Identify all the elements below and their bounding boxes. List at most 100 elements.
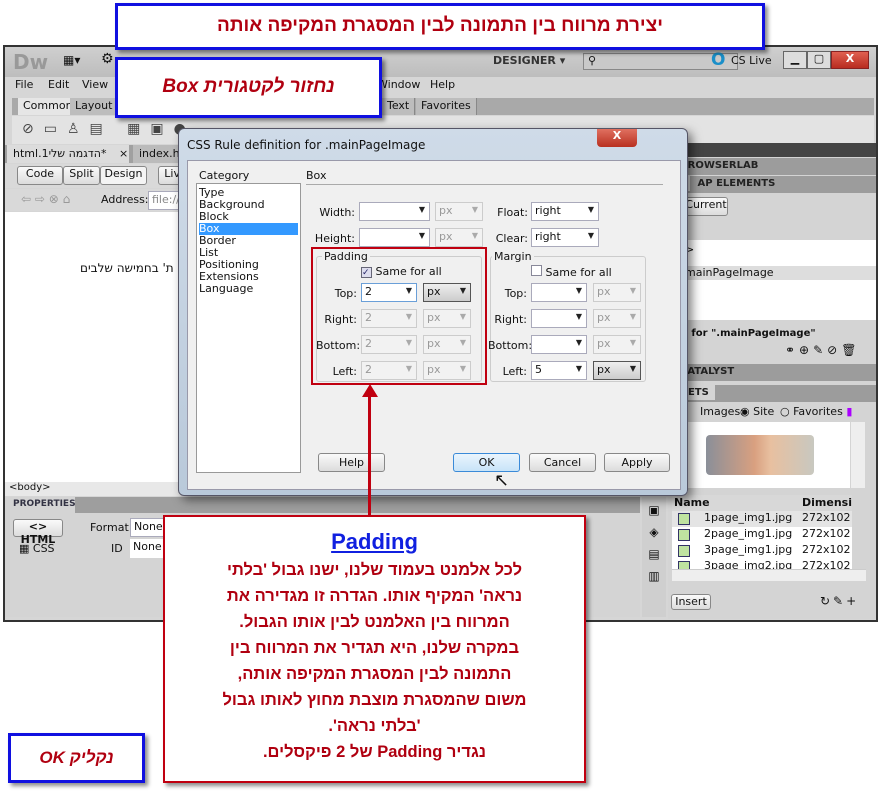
asset-preview bbox=[670, 422, 850, 488]
asset-row[interactable]: 1page_img1.jpg 272x102 bbox=[672, 511, 852, 527]
margin-top-unit[interactable]: px ▼ bbox=[593, 283, 641, 302]
html-mode-button[interactable]: <> HTML bbox=[13, 519, 63, 546]
dialog-title: CSS Rule definition for .mainPageImage bbox=[187, 138, 426, 152]
width-unit[interactable]: px ▼ bbox=[435, 202, 483, 221]
dialog-close-button[interactable]: X bbox=[597, 129, 637, 147]
preview-scrollbar[interactable] bbox=[851, 422, 865, 488]
minimize-button[interactable]: ▁ bbox=[783, 51, 807, 69]
menu-edit[interactable]: Edit bbox=[48, 78, 69, 91]
catalyst-header[interactable]: CATALYST bbox=[668, 364, 876, 381]
margin-same-label: Same for all bbox=[545, 266, 612, 279]
current-button[interactable]: Current bbox=[684, 197, 728, 216]
margin-bottom-input[interactable]: ▼ bbox=[531, 335, 587, 354]
close-tab-icon[interactable]: × bbox=[119, 147, 128, 160]
file-dim: 272x102 bbox=[802, 559, 851, 569]
margin-same-checkbox[interactable]: Same for all bbox=[531, 265, 612, 279]
margin-legend: Margin bbox=[492, 250, 534, 263]
margin-right-unit[interactable]: px ▼ bbox=[593, 309, 641, 328]
margin-top-input[interactable]: ▼ bbox=[531, 283, 587, 302]
code-view-button[interactable]: Code bbox=[17, 166, 63, 185]
assets-header[interactable]: SSETS bbox=[668, 385, 876, 402]
height-input[interactable]: ▼ bbox=[359, 228, 430, 247]
ok-button[interactable]: OK bbox=[453, 453, 520, 472]
float-value: right bbox=[535, 204, 561, 217]
workspace-switcher[interactable]: DESIGNER ▾ bbox=[493, 54, 565, 67]
col-dimensions[interactable]: Dimensio bbox=[802, 496, 852, 509]
category-label: Category bbox=[199, 169, 250, 182]
margin-right-input[interactable]: ▼ bbox=[531, 309, 587, 328]
panel-icon-strip[interactable]: ▣ ◈ ▤ ▥ bbox=[642, 497, 666, 617]
panel-collapse-bar[interactable] bbox=[668, 143, 876, 157]
asset-row[interactable]: 3page_img2.jpg 272x102 bbox=[672, 559, 852, 569]
close-button[interactable]: X bbox=[831, 51, 869, 69]
margin-left-input[interactable]: 5 ▼ bbox=[531, 361, 587, 380]
gear-icon[interactable]: ⚙ bbox=[101, 51, 114, 67]
dropdown-arrow-icon: ▼ bbox=[629, 286, 636, 295]
margin-bottom-label: Bottom: bbox=[488, 339, 533, 352]
menu-file[interactable]: File bbox=[15, 78, 33, 91]
file-dim: 272x102 bbox=[802, 543, 851, 556]
padding-callout-line: נראה' המקיף אותו. הגדרה זו מגדירה את bbox=[226, 587, 523, 605]
padding-callout-line: במקרה שלנו, היא תגדיר את המרווח בין bbox=[229, 639, 520, 657]
dropdown-arrow-icon: ▼ bbox=[587, 205, 594, 214]
css-panel-tabs: ES AP ELEMENTS bbox=[668, 176, 876, 193]
tab-layout[interactable]: Layout bbox=[70, 98, 119, 115]
site-radio[interactable]: ◉ Site bbox=[740, 405, 774, 418]
image-file-icon bbox=[678, 561, 690, 569]
file-name: 2page_img1.jpg bbox=[704, 527, 793, 540]
dropdown-arrow-icon: ▼ bbox=[629, 312, 636, 321]
padding-callout-line: לכל אלמנט בעמוד שלנו, ישנו גבול 'בלתי bbox=[226, 561, 523, 579]
css-label: CSS bbox=[32, 542, 55, 555]
image-file-icon bbox=[678, 545, 690, 557]
handshake-thumbnail bbox=[706, 435, 814, 475]
assets-actions[interactable]: ↻✎+ bbox=[820, 594, 859, 608]
menu-window[interactable]: Window bbox=[377, 78, 420, 91]
dropdown-arrow-icon: ▼ bbox=[629, 364, 636, 373]
float-select[interactable]: right ▼ bbox=[531, 202, 599, 221]
col-name[interactable]: Name bbox=[674, 496, 710, 509]
dropdown-arrow-icon: ▼ bbox=[629, 338, 636, 347]
margin-left-unit[interactable]: px ▼ bbox=[593, 361, 641, 380]
float-label: Float: bbox=[497, 206, 528, 219]
maximize-button[interactable]: ▢ bbox=[807, 51, 831, 69]
dropdown-arrow-icon: ▼ bbox=[418, 205, 425, 214]
tab-text[interactable]: Text bbox=[382, 98, 416, 115]
category-list: Type Background Block Box Border List Po… bbox=[196, 183, 301, 473]
unit: px bbox=[597, 363, 611, 376]
apply-button[interactable]: Apply bbox=[604, 453, 670, 472]
tab-ap-elements[interactable]: AP ELEMENTS bbox=[694, 178, 776, 189]
insert-button[interactable]: Insert bbox=[671, 594, 711, 610]
rules-list bbox=[670, 240, 876, 320]
padding-callout-line: נגדיר Padding של 2 פיקסלים. bbox=[262, 743, 487, 761]
height-unit[interactable]: px ▼ bbox=[435, 228, 483, 247]
address-label: Address: bbox=[101, 193, 149, 206]
dropdown-arrow-icon: ▼ bbox=[418, 231, 425, 240]
asset-row[interactable]: 3page_img1.jpg 272x102 bbox=[672, 543, 852, 559]
tab-favorites[interactable]: Favorites bbox=[416, 98, 477, 115]
unit: px bbox=[597, 285, 611, 298]
clear-select[interactable]: right ▼ bbox=[531, 228, 599, 247]
padding-callout-title: Padding bbox=[331, 529, 418, 554]
asset-row[interactable]: 2page_img1.jpg 272x102 bbox=[672, 527, 852, 543]
category-language[interactable]: Language bbox=[199, 283, 298, 295]
browserlab-header[interactable]: BROWSERLAB bbox=[668, 158, 876, 175]
rule-selected[interactable]: mainPageImage bbox=[670, 266, 876, 280]
help-button[interactable]: Help bbox=[318, 453, 385, 472]
favorites-radio[interactable]: ○ Favorites ▮ bbox=[780, 405, 852, 418]
menu-help[interactable]: Help bbox=[430, 78, 455, 91]
arrow-line bbox=[368, 395, 371, 516]
split-view-button[interactable]: Split bbox=[63, 166, 100, 185]
doc-tab-active[interactable]: *הדגמה שלי1.html bbox=[7, 145, 129, 163]
horizontal-scrollbar[interactable] bbox=[672, 569, 866, 581]
css-mode-button[interactable]: ▦ CSS bbox=[19, 542, 55, 555]
cancel-button[interactable]: Cancel bbox=[529, 453, 596, 472]
layout-icon[interactable]: ▦▾ bbox=[63, 53, 80, 67]
design-view-button[interactable]: Design bbox=[100, 166, 147, 185]
browserlab-label: BROWSERLAB bbox=[680, 160, 759, 171]
cs-live-label[interactable]: CS Live bbox=[731, 54, 772, 67]
menu-view[interactable]: View bbox=[82, 78, 108, 91]
css-panel-actions[interactable]: ⚭⊕✎⊘🗑 bbox=[785, 343, 860, 357]
padding-callout: Padding לכל אלמנט בעמוד שלנו, ישנו גבול … bbox=[163, 515, 586, 783]
width-input[interactable]: ▼ bbox=[359, 202, 430, 221]
margin-bottom-unit[interactable]: px ▼ bbox=[593, 335, 641, 354]
